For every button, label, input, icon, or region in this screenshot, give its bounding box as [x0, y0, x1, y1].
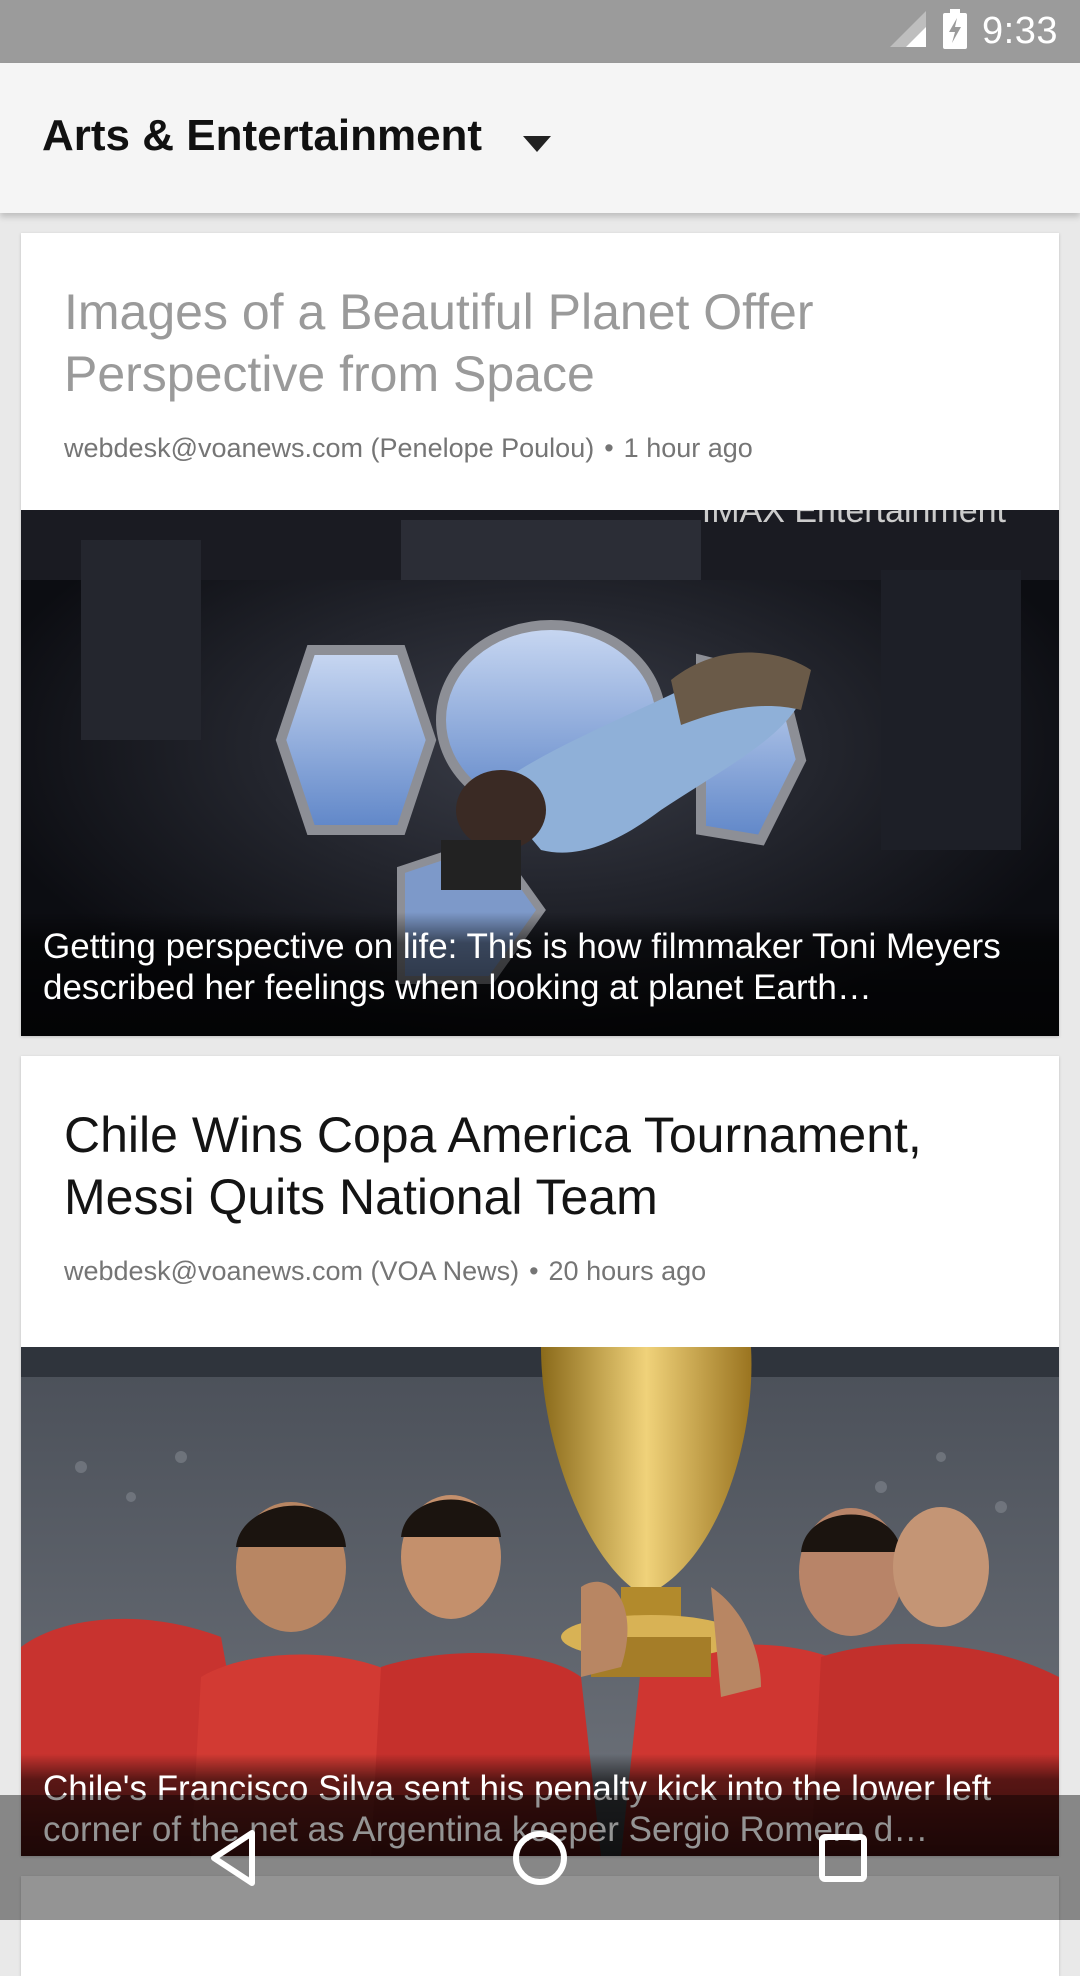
navigation-bar: [0, 1795, 1080, 1920]
image-watermark: IMAX Entertainment: [702, 510, 1007, 530]
home-icon[interactable]: [507, 1825, 573, 1891]
article-time: 20 hours ago: [548, 1256, 707, 1286]
article-card[interactable]: Chile Wins Copa America Tournament, Mess…: [21, 1056, 1059, 1856]
image-caption: Getting perspective on life: This is how…: [21, 912, 1059, 1036]
article-source: webdesk@voanews.com (Penelope Poulou): [64, 433, 595, 463]
signal-icon: [888, 9, 928, 54]
meta-separator: •: [529, 1256, 539, 1286]
article-image[interactable]: IMAX Entertainment Getting perspective o…: [21, 510, 1059, 1036]
dropdown-arrow-icon[interactable]: [520, 133, 554, 155]
battery-charging-icon: [942, 9, 968, 54]
article-meta: webdesk@voanews.com (VOA News) • 20 hours …: [64, 1256, 706, 1287]
status-time: 9:33: [982, 10, 1058, 52]
article-source: webdesk@voanews.com (VOA News): [64, 1256, 520, 1286]
caption-text: Getting perspective on life: This is how…: [43, 927, 1001, 1007]
recents-icon[interactable]: [810, 1825, 876, 1891]
article-title[interactable]: Chile Wins Copa America Tournament, Mess…: [64, 1104, 1014, 1228]
article-title[interactable]: Images of a Beautiful Planet Offer Persp…: [64, 281, 1014, 405]
article-image[interactable]: Chile's Francisco Silva sent his penalty…: [21, 1347, 1059, 1856]
status-icons: 9:33: [888, 0, 1058, 63]
section-title[interactable]: Arts & Entertainment: [42, 111, 482, 161]
meta-separator: •: [604, 433, 614, 463]
article-time: 1 hour ago: [623, 433, 753, 463]
app-bar: Arts & Entertainment: [0, 63, 1080, 213]
article-meta: webdesk@voanews.com (Penelope Poulou) • 1 …: [64, 433, 753, 464]
back-icon[interactable]: [202, 1825, 268, 1891]
article-card[interactable]: Images of a Beautiful Planet Offer Persp…: [21, 233, 1059, 1036]
status-bar: 9:33: [0, 0, 1080, 63]
